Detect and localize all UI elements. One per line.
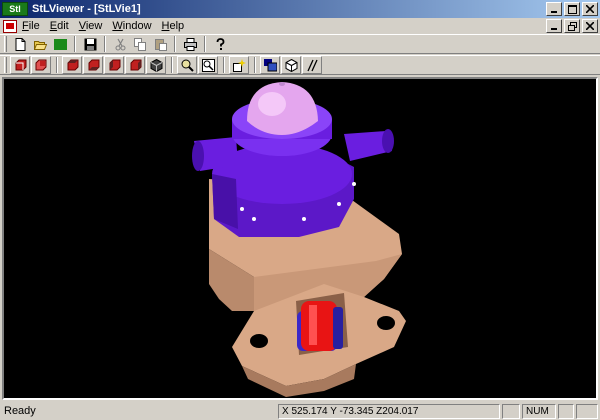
new-button[interactable] bbox=[10, 35, 30, 53]
open-folder-icon bbox=[33, 40, 47, 50]
view-right-button[interactable] bbox=[125, 56, 145, 74]
status-panel-empty bbox=[558, 403, 574, 419]
view-bottom-icon bbox=[88, 59, 99, 70]
minimize-button[interactable] bbox=[546, 2, 562, 16]
menu-window-accel: W bbox=[112, 20, 123, 32]
multi-view-icon bbox=[263, 58, 277, 71]
shaded-button[interactable] bbox=[281, 56, 301, 74]
shaded-icon bbox=[285, 58, 297, 72]
menu-window-label: indow bbox=[122, 20, 152, 32]
maximize-icon bbox=[567, 4, 577, 14]
menu-window[interactable]: Window bbox=[107, 20, 156, 32]
paste-icon bbox=[154, 38, 167, 51]
view-front-icon bbox=[15, 59, 26, 70]
menu-help-label: elp bbox=[169, 20, 185, 32]
restore-icon bbox=[567, 21, 577, 31]
save-icon bbox=[84, 38, 96, 50]
status-bar: Ready X 525.174 Y -73.345 Z204.017 NUM bbox=[0, 402, 600, 420]
toolbar-separator bbox=[104, 36, 106, 52]
menu-edit[interactable]: Edit bbox=[45, 20, 74, 32]
open-button[interactable] bbox=[30, 35, 50, 53]
toolbar-separator bbox=[204, 36, 206, 52]
window-title: StLViewer - [StLVie1] bbox=[32, 3, 141, 15]
help-button[interactable] bbox=[210, 35, 230, 53]
view-top-button[interactable] bbox=[62, 56, 82, 74]
print-icon bbox=[183, 37, 197, 51]
toolbar-separator bbox=[74, 36, 76, 52]
copy-icon bbox=[133, 37, 146, 51]
menu-view-label: iew bbox=[85, 20, 103, 32]
view-iso-icon bbox=[150, 58, 162, 72]
stl-icon bbox=[53, 38, 67, 50]
wireframe-icon bbox=[306, 59, 318, 71]
mdi-minimize-button[interactable] bbox=[546, 19, 562, 33]
view-iso-button[interactable] bbox=[146, 56, 166, 74]
num-lock-indicator: NUM bbox=[522, 403, 556, 419]
minimize-icon bbox=[551, 11, 557, 13]
menu-bar: File Edit View Window Help bbox=[0, 18, 600, 34]
light-button[interactable] bbox=[229, 56, 249, 74]
model-dome bbox=[247, 82, 318, 135]
stl-button[interactable] bbox=[50, 35, 70, 53]
view-top-icon bbox=[67, 59, 78, 70]
menu-file[interactable]: File bbox=[17, 20, 45, 32]
view-front-button[interactable] bbox=[10, 56, 30, 74]
menu-edit-label: dit bbox=[57, 20, 69, 32]
wireframe-button[interactable] bbox=[302, 56, 322, 74]
light-icon bbox=[232, 58, 246, 72]
toolbar-separator bbox=[174, 36, 176, 52]
toolbar-grip[interactable] bbox=[4, 36, 7, 52]
cut-icon bbox=[115, 38, 125, 50]
size-grip[interactable] bbox=[576, 403, 598, 419]
toolbar-separator bbox=[223, 57, 225, 73]
status-text: Ready bbox=[4, 405, 36, 417]
stl-model bbox=[192, 82, 406, 397]
app-logo-icon: Stl bbox=[2, 2, 28, 16]
view-right-icon bbox=[130, 59, 141, 70]
paste-button[interactable] bbox=[150, 35, 170, 53]
status-panel-empty bbox=[502, 403, 520, 419]
close-icon bbox=[586, 5, 594, 13]
menu-view-accel: V bbox=[78, 20, 86, 32]
close-button[interactable] bbox=[582, 2, 598, 16]
view-back-button[interactable] bbox=[31, 56, 51, 74]
copy-button[interactable] bbox=[130, 35, 150, 53]
zoom-fit-button[interactable] bbox=[198, 56, 218, 74]
toolbar-grip[interactable] bbox=[4, 57, 7, 73]
view-toolbar bbox=[0, 55, 600, 75]
save-button[interactable] bbox=[80, 35, 100, 53]
toolbar-separator bbox=[56, 57, 58, 73]
menu-edit-accel: E bbox=[49, 20, 58, 32]
zoom-icon bbox=[181, 59, 194, 72]
document-icon[interactable] bbox=[3, 19, 17, 33]
help-icon bbox=[216, 37, 224, 50]
zoom-button[interactable] bbox=[177, 56, 197, 74]
mdi-restore-button[interactable] bbox=[564, 19, 580, 33]
multi-view-button[interactable] bbox=[260, 56, 280, 74]
zoom-fit-icon bbox=[201, 58, 215, 72]
coordinates-readout: X 525.174 Y -73.345 Z204.017 bbox=[278, 403, 500, 419]
title-bar[interactable]: Stl StLViewer - [StLVie1] bbox=[0, 0, 600, 18]
mdi-close-button[interactable] bbox=[582, 19, 598, 33]
view-bottom-button[interactable] bbox=[83, 56, 103, 74]
view-left-button[interactable] bbox=[104, 56, 124, 74]
menu-help[interactable]: Help bbox=[157, 20, 190, 32]
minimize-icon bbox=[551, 28, 557, 30]
cut-button[interactable] bbox=[110, 35, 130, 53]
standard-toolbar bbox=[0, 34, 600, 54]
view-left-icon bbox=[109, 59, 120, 70]
menu-file-label: ile bbox=[28, 20, 40, 32]
roller bbox=[297, 301, 343, 351]
new-file-icon bbox=[15, 37, 25, 51]
maximize-button[interactable] bbox=[564, 2, 580, 16]
print-button[interactable] bbox=[180, 35, 200, 53]
view-back-icon bbox=[35, 59, 46, 70]
close-icon bbox=[586, 22, 594, 30]
toolbar-separator bbox=[171, 57, 173, 73]
toolbar-separator bbox=[254, 57, 256, 73]
model-viewport[interactable] bbox=[2, 77, 598, 400]
menu-file-accel: F bbox=[22, 20, 29, 32]
menu-view[interactable]: View bbox=[74, 20, 108, 32]
